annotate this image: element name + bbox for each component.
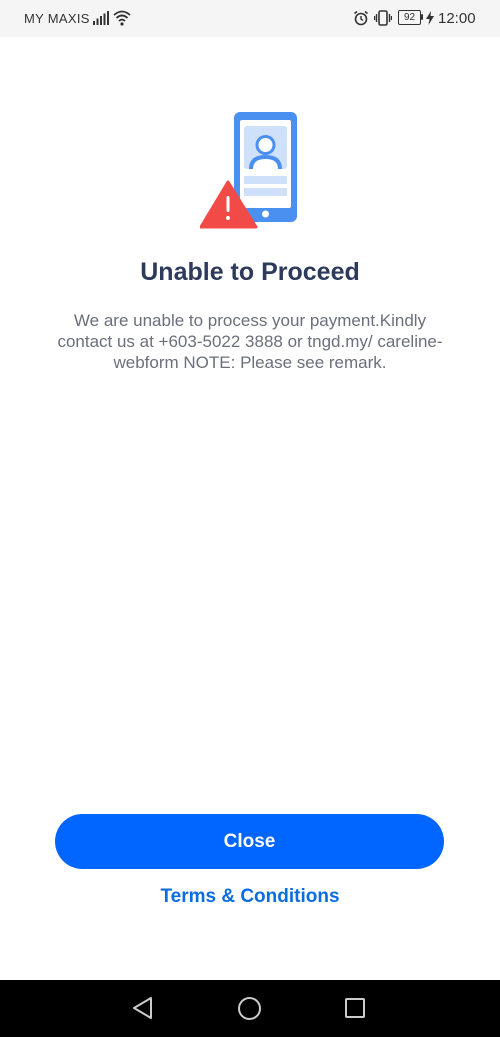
recent-apps-icon[interactable] xyxy=(344,997,366,1019)
alarm-icon xyxy=(354,10,368,26)
dialog-message: We are unable to process your payment.Ki… xyxy=(57,311,443,372)
back-icon[interactable] xyxy=(131,996,155,1020)
vibrate-icon xyxy=(374,10,392,26)
charging-icon xyxy=(426,11,434,25)
signal-icon xyxy=(93,11,109,25)
phone-warning-icon xyxy=(200,112,297,229)
battery-level: 92 xyxy=(398,10,421,25)
close-button[interactable]: Close xyxy=(55,814,444,869)
home-icon[interactable] xyxy=(237,996,262,1021)
dialog-title: Unable to Proceed xyxy=(140,258,360,286)
navigation-bar xyxy=(0,980,500,1037)
status-clock: 12:00 xyxy=(438,10,476,27)
carrier-name: MY MAXIS xyxy=(24,11,90,26)
status-bar: MY MAXIS 92 12:00 xyxy=(0,0,500,37)
battery-icon: 92 xyxy=(398,10,424,25)
wifi-icon xyxy=(113,10,131,26)
terms-and-conditions-link[interactable]: Terms & Conditions xyxy=(0,886,500,908)
